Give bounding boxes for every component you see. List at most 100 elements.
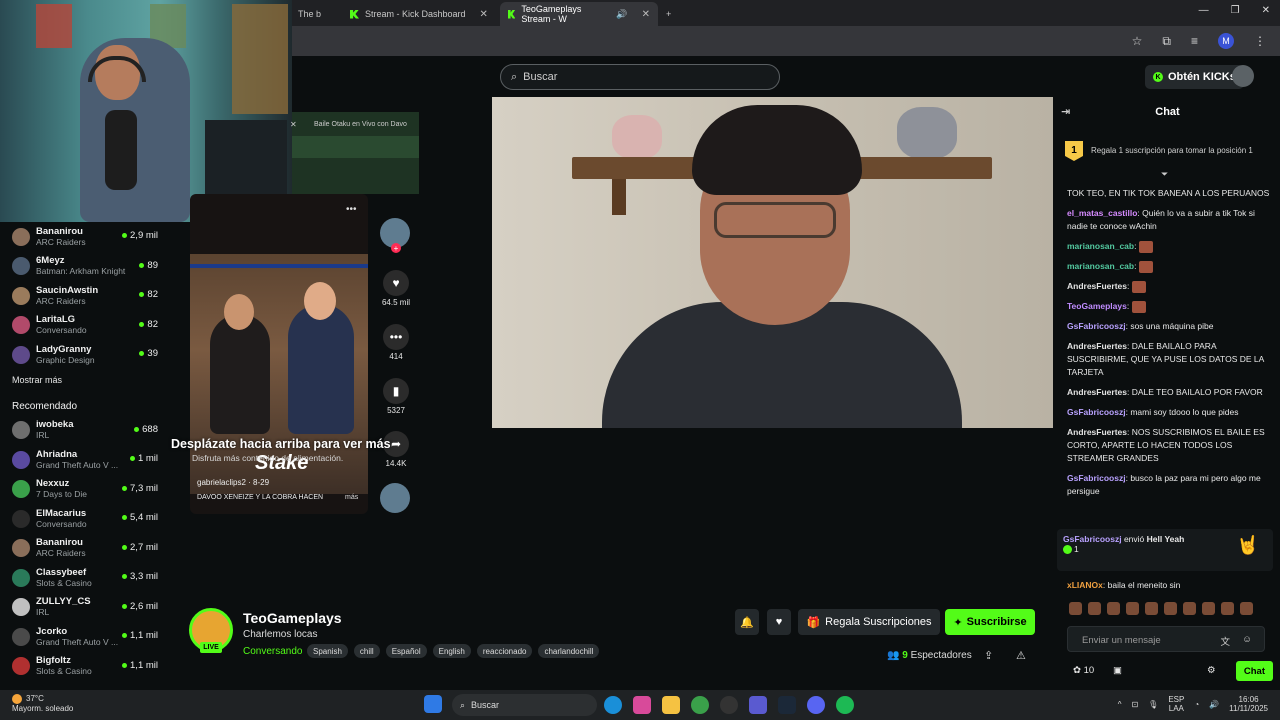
- stream-tag[interactable]: Spanish: [307, 644, 348, 658]
- channel-name[interactable]: TeoGameplays: [243, 610, 342, 626]
- sidebar-channel[interactable]: Classybeef Slots & Casino 3,3 mil: [0, 563, 170, 593]
- settings-gear-icon[interactable]: ⚙: [1207, 665, 1216, 676]
- stream-tag[interactable]: charlandochill: [538, 644, 600, 658]
- emote[interactable]: [1126, 602, 1139, 615]
- chat-username[interactable]: marianosan_cab: [1067, 241, 1134, 251]
- tiktok-username[interactable]: gabrielaclips2 · 8-29: [197, 478, 269, 487]
- sidebar-channel[interactable]: 6Meyz Batman: Arkham Knight 89: [0, 252, 170, 282]
- steam-icon[interactable]: [778, 696, 796, 714]
- tab-1[interactable]: The b: [290, 2, 342, 26]
- points-display[interactable]: ✿ 10: [1073, 665, 1094, 676]
- chat-username[interactable]: GsFabricooszj: [1067, 407, 1126, 417]
- stream-tag[interactable]: reaccionado: [476, 644, 533, 658]
- spotify-icon[interactable]: [836, 696, 854, 714]
- chat-username[interactable]: el_matas_castillo: [1067, 208, 1137, 218]
- share-icon[interactable]: ⇪: [984, 649, 993, 662]
- close-icon[interactable]: ✕: [290, 120, 297, 129]
- emoji-icon[interactable]: ☺: [1242, 634, 1252, 645]
- sidebar-channel[interactable]: Bigfoltz Slots & Casino 1,1 mil: [0, 652, 170, 682]
- stream-category[interactable]: Conversando: [243, 646, 302, 657]
- emote[interactable]: [1107, 602, 1120, 615]
- tiktok-more-link[interactable]: más: [345, 494, 358, 501]
- emote[interactable]: [1221, 602, 1234, 615]
- chat-username[interactable]: AndresFuertes: [1067, 341, 1127, 351]
- chat-username[interactable]: marianosan_cab: [1067, 261, 1134, 271]
- report-icon[interactable]: ⚠: [1016, 649, 1026, 662]
- get-kicks-button[interactable]: K Obtén KICKs: [1145, 65, 1244, 89]
- close-window-icon[interactable]: ✕: [1262, 5, 1270, 16]
- sidebar-channel[interactable]: LaritaLG Conversando 82: [0, 311, 170, 341]
- notification-bell-button[interactable]: 🔔: [735, 609, 759, 635]
- sidebar-channel[interactable]: Nexxuz 7 Days to Die 7,3 mil: [0, 475, 170, 505]
- sidebar-channel[interactable]: ElMacarius Conversando 5,4 mil: [0, 504, 170, 534]
- weather-widget[interactable]: 37°C Mayorm. soleado: [12, 694, 73, 714]
- stream-tag[interactable]: English: [432, 644, 471, 658]
- gift-event-user[interactable]: GsFabricooszj: [1063, 534, 1122, 544]
- close-icon[interactable]: ✕: [642, 9, 650, 20]
- sidebar-channel[interactable]: Bananirou ARC Raiders 2,7 mil: [0, 534, 170, 564]
- stream-video-player[interactable]: [492, 97, 1053, 428]
- chat-username[interactable]: TeoGameplays: [1067, 301, 1127, 311]
- pin-filter-icon[interactable]: ⏷: [1161, 169, 1168, 180]
- emote[interactable]: [1164, 602, 1177, 615]
- user-avatar[interactable]: [1232, 65, 1254, 87]
- chat-username[interactable]: AndresFuertes: [1067, 427, 1127, 437]
- show-more-link[interactable]: Mostrar más: [0, 370, 170, 393]
- collapse-chat-icon[interactable]: ⇥: [1061, 105, 1070, 118]
- emote[interactable]: [1240, 602, 1253, 615]
- gift-subs-button[interactable]: 🎁 Regala Suscripciones: [798, 609, 940, 635]
- copilot-icon[interactable]: [633, 696, 651, 714]
- windows-start-icon[interactable]: [424, 695, 442, 713]
- chat-username[interactable]: AndresFuertes: [1067, 281, 1127, 291]
- sidebar-channel[interactable]: SaucinAwstin ARC Raiders 82: [0, 281, 170, 311]
- chat-username[interactable]: GsFabricooszj: [1067, 473, 1126, 483]
- edge-icon[interactable]: [604, 696, 622, 714]
- sidebar-channel[interactable]: iwobeka IRL 688: [0, 416, 170, 446]
- more-options-icon[interactable]: •••: [346, 204, 357, 215]
- menu-icon[interactable]: ⋮: [1254, 34, 1266, 48]
- taskbar-search[interactable]: ⌕ Buscar: [452, 694, 597, 716]
- sidebar-channel[interactable]: ZULLYY_CS IRL 2,6 mil: [0, 593, 170, 623]
- comment-action[interactable]: ••• 414: [380, 324, 412, 361]
- tray-chevron-icon[interactable]: ^: [1118, 700, 1122, 709]
- emote[interactable]: [1202, 602, 1215, 615]
- chat-username[interactable]: xLIANOx: [1067, 580, 1103, 590]
- subscribe-button[interactable]: ✦ Suscribirse: [945, 609, 1035, 635]
- sidebar-channel[interactable]: Jcorko Grand Theft Auto V ... 1,1 mil: [0, 622, 170, 652]
- emote[interactable]: [1145, 602, 1158, 615]
- minimize-icon[interactable]: —: [1199, 5, 1209, 16]
- obs-icon[interactable]: [720, 696, 738, 714]
- like-action[interactable]: ♥ 64.5 mil: [380, 270, 412, 307]
- file-explorer-icon[interactable]: [662, 696, 680, 714]
- emote[interactable]: [1088, 602, 1101, 615]
- gift-leaderboard[interactable]: 1 Regala 1 suscripción para tomar la posi…: [1065, 131, 1270, 171]
- stream-tag[interactable]: Español: [385, 644, 427, 658]
- send-chat-button[interactable]: Chat: [1235, 661, 1273, 681]
- discord-icon[interactable]: [807, 696, 825, 714]
- follow-heart-button[interactable]: ♥: [767, 609, 791, 635]
- sidebar-channel[interactable]: LadyGranny Graphic Design 39: [0, 340, 170, 370]
- clock[interactable]: 16:06 11/11/2025: [1229, 695, 1268, 713]
- sidebar-channel[interactable]: Bananirou ARC Raiders 2,9 mil: [0, 222, 170, 252]
- chat-input[interactable]: Enviar un mensaje 文 ☺: [1067, 626, 1265, 652]
- new-tab-button[interactable]: +: [658, 2, 679, 26]
- stream-tag[interactable]: chill: [353, 644, 380, 658]
- chest-icon[interactable]: ▣: [1113, 665, 1122, 676]
- profile-avatar[interactable]: M: [1218, 33, 1234, 49]
- chrome-icon[interactable]: [691, 696, 709, 714]
- chat-username[interactable]: AndresFuertes: [1067, 387, 1127, 397]
- media-icon[interactable]: ≡: [1191, 34, 1198, 48]
- save-action[interactable]: ▮ 5327: [380, 378, 412, 415]
- language-indicator[interactable]: ESP LAA: [1168, 695, 1184, 713]
- sidebar-channel[interactable]: Ahriadna Grand Theft Auto V ... 1 mil: [0, 445, 170, 475]
- network-icon[interactable]: ⊡: [1131, 700, 1138, 709]
- chat-username[interactable]: GsFabricooszj: [1067, 321, 1126, 331]
- translate-icon[interactable]: 文: [1220, 634, 1230, 648]
- volume-icon[interactable]: 🔊: [1209, 700, 1219, 709]
- extensions-icon[interactable]: ⧉: [1162, 34, 1171, 49]
- emote[interactable]: [1069, 602, 1082, 615]
- follow-plus-icon[interactable]: +: [391, 243, 401, 253]
- tab-teogameplays[interactable]: TeoGameplays Stream - W 🔊 ✕: [500, 2, 658, 26]
- search-input[interactable]: ⌕ Buscar: [500, 64, 780, 90]
- restore-icon[interactable]: ❐: [1231, 5, 1240, 16]
